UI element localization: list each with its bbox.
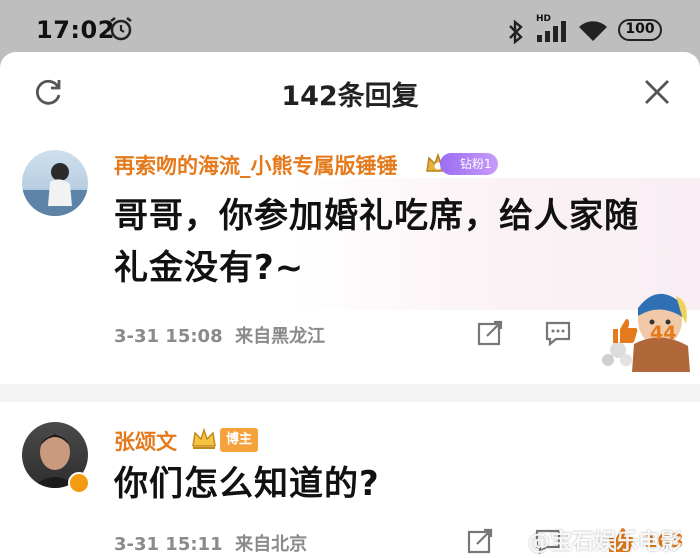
comment-meta: 3-31 15:11 来自北京 bbox=[114, 530, 307, 556]
comment-date: 3-31 15:08 bbox=[114, 326, 223, 347]
status-time: 17:02 bbox=[36, 16, 115, 44]
comment-meta: 3-31 15:08 来自黑龙江 bbox=[114, 322, 325, 348]
crown-icon bbox=[192, 427, 216, 449]
like-icon[interactable] bbox=[610, 316, 640, 346]
comment-content: 哥哥，你参加婚礼吃席，给人家随礼金没有?~ bbox=[114, 196, 639, 288]
sheet-title: 142条回复 bbox=[281, 81, 419, 112]
battery-icon: 100 bbox=[618, 19, 662, 41]
watermark: @宝石娱乐电影 bbox=[528, 530, 683, 555]
avatar-photo bbox=[22, 163, 88, 216]
signal-icon bbox=[537, 21, 566, 42]
replies-sheet: 142条回复 再索吻的海流_小熊专属版锤锤 钻粉1 哥哥，你参加婚礼吃席，给人家… bbox=[0, 52, 700, 558]
alarm-icon bbox=[110, 17, 132, 41]
comment-location: 来自黑龙江 bbox=[235, 326, 326, 347]
avatar[interactable] bbox=[22, 150, 88, 216]
comment-date: 3-31 15:11 bbox=[114, 534, 223, 555]
comment-content: 你们怎么知道的? bbox=[114, 464, 380, 504]
wifi-icon bbox=[579, 21, 607, 41]
fan-badge: 钻粉1 bbox=[440, 153, 498, 175]
share-icon[interactable] bbox=[476, 319, 504, 347]
comment-location: 来自北京 bbox=[235, 534, 308, 555]
comment-item: 再索吻的海流_小熊专属版锤锤 钻粉1 哥哥，你参加婚礼吃席，给人家随礼金没有?~… bbox=[0, 130, 700, 384]
close-icon[interactable] bbox=[642, 77, 672, 107]
sheet-header: 142条回复 bbox=[0, 52, 700, 130]
like-count: 44 bbox=[650, 322, 677, 344]
bluetooth-icon bbox=[509, 19, 523, 45]
share-icon[interactable] bbox=[466, 527, 494, 555]
username[interactable]: 张颂文 bbox=[114, 426, 177, 456]
verified-badge bbox=[68, 472, 90, 494]
username[interactable]: 再索吻的海流_小熊专属版锤锤 bbox=[114, 150, 398, 180]
host-badge: 博主 bbox=[220, 428, 259, 452]
comment-divider bbox=[0, 384, 700, 402]
reply-icon[interactable] bbox=[544, 319, 572, 347]
status-bar: 17:02 HD 100 bbox=[0, 0, 700, 58]
